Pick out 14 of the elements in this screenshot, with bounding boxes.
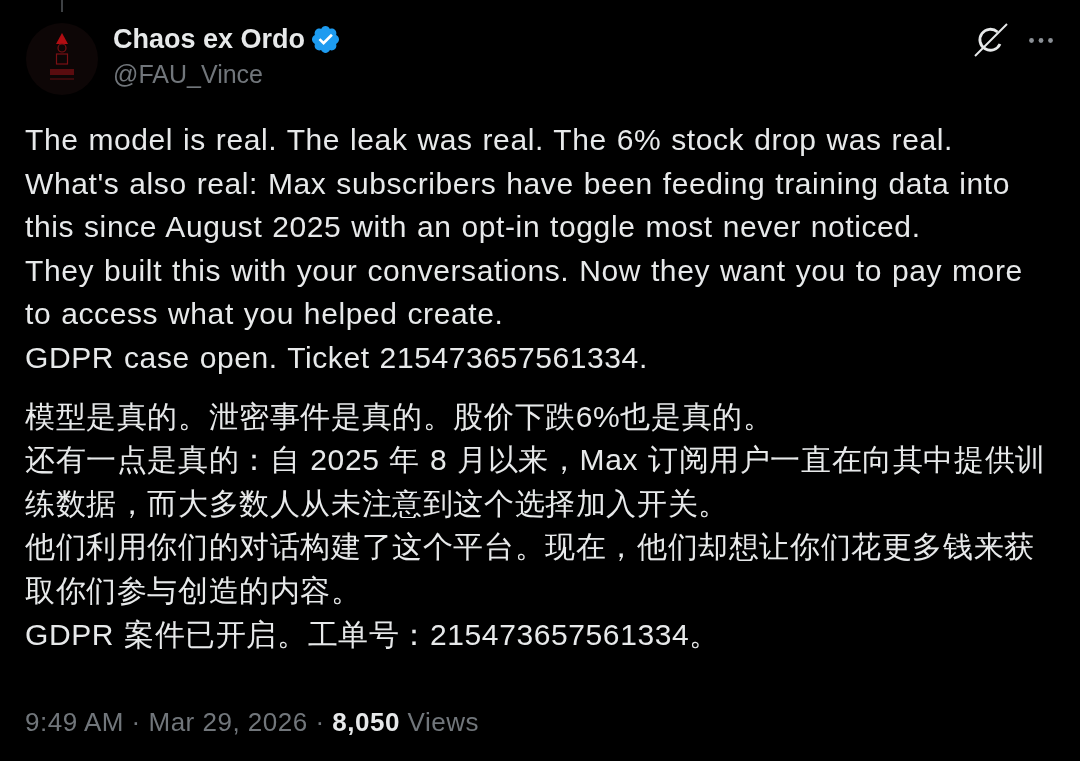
tweet-text: The model is real. The leak was real. The 6% stock drop was real. bbox=[25, 122, 954, 158]
tweet-text: GDPR case open. Ticket 215473657561334. bbox=[25, 339, 649, 376]
tweet-text: GDPR 案件已开启。工单号：215473657561334。 bbox=[25, 616, 721, 653]
tweet-text: 他们利用你们的对话构建了这个平台。现在，他们却想让你们花更多钱来获取你们参与创造的内容。 bbox=[25, 529, 1036, 609]
author-name[interactable]: Chaos ex Ordo bbox=[113, 22, 306, 56]
tweet-meta: 9:49 AM · Mar 29, 2026 · 8,050 Views bbox=[25, 706, 479, 739]
slashed-circle-icon[interactable] bbox=[973, 22, 1009, 58]
tweet-text: 还有一点是真的：自 2025 年 8 月以来，Max 订阅用户一直在向其中提供训练数据，而大多数人从未注意到这个选择加入开关。 bbox=[25, 442, 1047, 522]
author-handle[interactable]: @FAU_Vince bbox=[113, 57, 263, 91]
thread-line bbox=[61, 0, 63, 12]
tweet-text: 模型是真的。泄密事件是真的。股价下跌6%也是真的。 bbox=[25, 398, 775, 435]
tweet-text: They built this with your conversations. Now they want you to pay more to access what you helped create. bbox=[25, 252, 1024, 333]
tweet-text: What's also real: Max subscribers have been feeding training data into this since August 2025 with an opt-in toggle most never noticed. bbox=[25, 165, 1011, 246]
more-icon[interactable] bbox=[1029, 37, 1053, 43]
